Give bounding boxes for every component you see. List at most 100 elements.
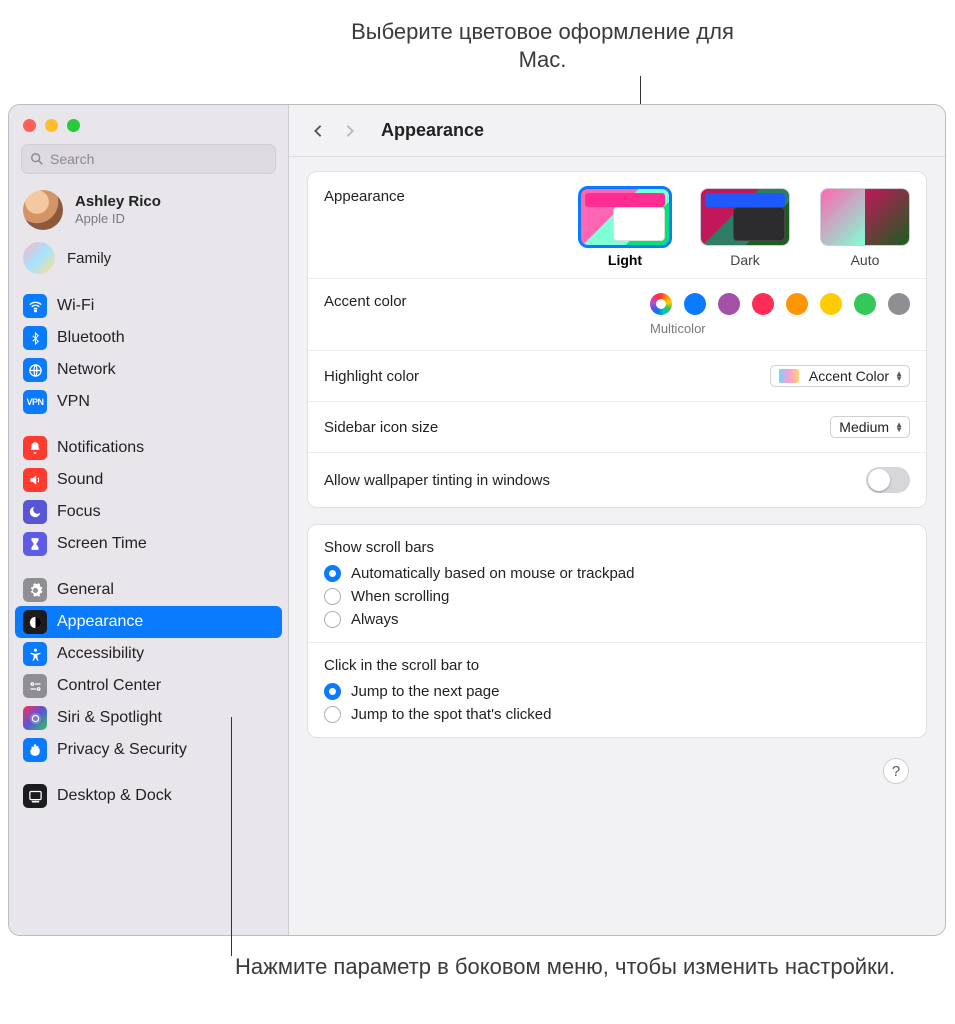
sidebar-item-label: Privacy & Security	[57, 741, 187, 759]
sidebar-item-general[interactable]: General	[15, 574, 282, 606]
header: Appearance	[289, 105, 945, 157]
sidebar-size-popup[interactable]: Medium ▲▼	[830, 416, 910, 438]
accent-row: Accent color Multicolor	[308, 278, 926, 350]
help-button[interactable]: ?	[883, 758, 909, 784]
sidebar-item-family[interactable]: Family	[9, 238, 288, 286]
siri-icon	[23, 706, 47, 730]
theme-option-dark[interactable]: Dark	[700, 188, 790, 268]
callout-bottom: Нажмите параметр в боковом меню, чтобы и…	[235, 953, 895, 981]
cc-icon	[23, 674, 47, 698]
tinting-toggle[interactable]	[866, 467, 910, 493]
radio-option[interactable]: Automatically based on mouse or trackpad	[308, 562, 926, 585]
sidebar-item-control-center[interactable]: Control Center	[15, 670, 282, 702]
sidebar-item-desktop-dock[interactable]: Desktop & Dock	[15, 780, 282, 812]
sidebar-item-focus[interactable]: Focus	[15, 496, 282, 528]
sidebar-item-wi-fi[interactable]: Wi-Fi	[15, 290, 282, 322]
theme-thumb-auto	[820, 188, 910, 246]
traffic-lights	[9, 105, 288, 142]
accent-selected-name: Multicolor	[650, 321, 910, 336]
theme-thumb-light	[580, 188, 670, 246]
wifi-icon	[23, 294, 47, 318]
accent-swatch[interactable]	[820, 293, 842, 315]
sidebar-item-label: General	[57, 581, 114, 599]
theme-option-light[interactable]: Light	[580, 188, 670, 268]
close-button[interactable]	[23, 119, 36, 132]
search-input[interactable]: Search	[21, 144, 276, 174]
net-icon	[23, 358, 47, 382]
family-icon	[23, 242, 55, 274]
sidebar-item-label: Sound	[57, 471, 103, 489]
sidebar-item-siri-spotlight[interactable]: Siri & Spotlight	[15, 702, 282, 734]
sidebar-size-label: Sidebar icon size	[324, 419, 438, 436]
tinting-label: Allow wallpaper tinting in windows	[324, 472, 550, 489]
nav-forward-button[interactable]	[341, 122, 359, 140]
appearance-panel: Appearance Light Dark Auto	[307, 171, 927, 508]
appear-icon	[23, 610, 47, 634]
sidebar-item-label: Siri & Spotlight	[57, 709, 162, 727]
sidebar-item-appleid[interactable]: Ashley Rico Apple ID	[9, 184, 288, 238]
theme-thumb-dark	[700, 188, 790, 246]
theme-option-auto[interactable]: Auto	[820, 188, 910, 268]
bell-icon	[23, 436, 47, 460]
nav-back-button[interactable]	[309, 122, 327, 140]
accent-swatch[interactable]	[684, 293, 706, 315]
sidebar-item-bluetooth[interactable]: Bluetooth	[15, 322, 282, 354]
sidebar-item-vpn[interactable]: VPNVPN	[15, 386, 282, 418]
sidebar-item-label: Control Center	[57, 677, 161, 695]
theme-caption-dark: Dark	[700, 252, 790, 268]
radio-label: Jump to the spot that's clicked	[351, 706, 551, 723]
accent-swatch[interactable]	[888, 293, 910, 315]
radio-option[interactable]: Jump to the next page	[308, 680, 926, 703]
radio-option[interactable]: Jump to the spot that's clicked	[308, 703, 926, 737]
radio-option[interactable]: When scrolling	[308, 585, 926, 608]
sidebar-list: Wi-Fi Bluetooth Network VPNVPN Notifications…	[9, 286, 288, 935]
accent-swatch[interactable]	[854, 293, 876, 315]
sidebar-item-label: Focus	[57, 503, 101, 521]
acc-icon	[23, 642, 47, 666]
gear-icon	[23, 578, 47, 602]
avatar	[23, 190, 63, 230]
sidebar-item-network[interactable]: Network	[15, 354, 282, 386]
accent-swatch[interactable]	[786, 293, 808, 315]
scrollbars-title: Show scroll bars	[308, 525, 926, 562]
dock-icon	[23, 784, 47, 808]
user-name: Ashley Rico	[75, 194, 161, 211]
radio-option[interactable]: Always	[308, 608, 926, 642]
sidebar-item-label: Accessibility	[57, 645, 144, 663]
sidebar-item-notifications[interactable]: Notifications	[15, 432, 282, 464]
zoom-button[interactable]	[67, 119, 80, 132]
appearance-label: Appearance	[324, 188, 405, 205]
user-sub: Apple ID	[75, 211, 161, 226]
callout-line	[231, 717, 232, 956]
scrollclick-title: Click in the scroll bar to	[308, 642, 926, 680]
sidebar-item-accessibility[interactable]: Accessibility	[15, 638, 282, 670]
sidebar-item-label: Wi-Fi	[57, 297, 94, 315]
sidebar-item-label: Notifications	[57, 439, 144, 457]
radio-label: Always	[351, 611, 399, 628]
accent-swatch[interactable]	[752, 293, 774, 315]
chevron-updown-icon: ▲▼	[895, 371, 903, 381]
main-pane: Appearance Appearance Light Dark	[289, 105, 945, 935]
bt-icon	[23, 326, 47, 350]
sidebar-item-sound[interactable]: Sound	[15, 464, 282, 496]
family-label: Family	[67, 250, 111, 267]
sidebar-item-privacy-security[interactable]: Privacy & Security	[15, 734, 282, 766]
callout-top: Выберите цветовое оформление для Mac.	[335, 18, 750, 73]
accent-swatches	[650, 293, 910, 315]
accent-swatch[interactable]	[718, 293, 740, 315]
sidebar-item-appearance[interactable]: Appearance	[15, 606, 282, 638]
sidebar-item-label: Network	[57, 361, 116, 379]
radio-label: Jump to the next page	[351, 683, 499, 700]
highlight-popup[interactable]: Accent Color ▲▼	[770, 365, 910, 387]
chevron-updown-icon: ▲▼	[895, 422, 903, 432]
vpn-icon: VPN	[23, 390, 47, 414]
radio-label: Automatically based on mouse or trackpad	[351, 565, 634, 582]
highlight-swatch-icon	[779, 369, 799, 383]
minimize-button[interactable]	[45, 119, 58, 132]
sidebar-item-screen-time[interactable]: Screen Time	[15, 528, 282, 560]
highlight-row: Highlight color Accent Color ▲▼	[308, 350, 926, 401]
sidebar: Search Ashley Rico Apple ID Family Wi-Fi…	[9, 105, 289, 935]
highlight-value: Accent Color	[809, 368, 889, 384]
accent-swatch-multicolor[interactable]	[650, 293, 672, 315]
hour-icon	[23, 532, 47, 556]
